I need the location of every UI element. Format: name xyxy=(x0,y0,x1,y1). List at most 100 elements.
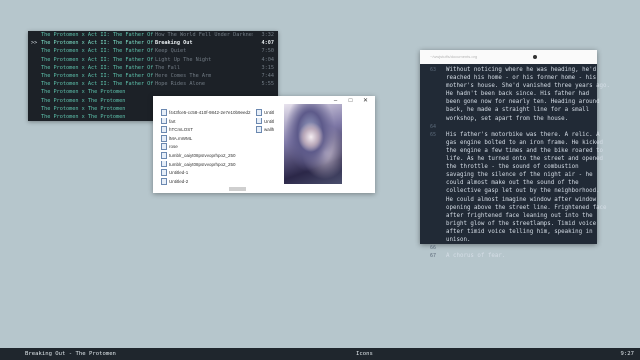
text-editor-window: ~/wwjstuffs/documents.org 63 Without noti… xyxy=(420,50,610,259)
editor-line: 67 A chorus of fear. xyxy=(420,252,597,260)
file-name: f443fce5-cc58-410f-9842-2e7e10b9eed2 xyxy=(169,110,251,115)
file-icon xyxy=(161,169,167,176)
close-button[interactable]: ✕ xyxy=(358,97,373,104)
track-duration: 3:32 xyxy=(261,32,275,38)
editor-line: unison. xyxy=(420,236,597,244)
file-icon xyxy=(161,151,167,159)
file-icon xyxy=(161,143,167,151)
file-item[interactable]: f443fce5-cc58-410f-9842-2e7e10b9eed2 xyxy=(161,109,253,118)
track-title: How The World Fell Under Darkness xyxy=(155,32,253,38)
file-explorer-window: – □ ✕ f443fce5-cc58-410f-9842-2e7e10b9eed2… xyxy=(153,96,375,193)
file-name: wallh xyxy=(264,127,275,133)
editor-line: 63 Without noticing where he was heading,… xyxy=(420,66,597,74)
editor-line: workshop, set apart from the house. xyxy=(420,115,597,123)
line-text: back, he made a straight line for a smal… xyxy=(446,107,590,114)
line-text: A chorus of fear. xyxy=(446,253,506,260)
track-album: The Protomen x The Protomen xyxy=(41,113,126,120)
editor-line: gas engine bolted to an iron frame. He k… xyxy=(420,139,603,147)
file-icon xyxy=(161,109,167,116)
track-album: The Protomen x The Protomen xyxy=(41,97,126,104)
file-item[interactable]: lMA.mWML xyxy=(161,134,253,144)
editor-text-area[interactable]: 63 Without noticing where he was heading,… xyxy=(420,66,610,260)
track-album: The Protomen x The Protomen xyxy=(41,89,126,96)
editor-line: back, he made a straight line for a smal… xyxy=(420,106,597,114)
file-icon xyxy=(161,160,167,168)
file-item[interactable]: tumblr_oaiyt08psIvvoprhpo2_250 xyxy=(161,160,253,170)
playlist-row[interactable]: The Protomen x Act II: The Father Of Here… xyxy=(28,72,278,80)
editor-titlebar[interactable]: ~/wwjstuffs/documents.org xyxy=(420,50,597,64)
editor-line: mother's house. She'd vanished three yea… xyxy=(420,82,610,90)
track-album: The Protomen x Act II: The Father Of xyxy=(41,72,154,79)
file-name: lMA.mWML xyxy=(169,135,193,141)
editor-line: 66 xyxy=(420,244,597,252)
editor-line: He hadn't been back since. His father ha… xyxy=(420,90,597,98)
editor-line: the throttle - the sound of combustion xyxy=(420,163,597,171)
playlist-row[interactable]: The Protomen x Act II: The Father Of Keep… xyxy=(28,47,278,55)
window-controls: – □ ✕ xyxy=(328,97,373,104)
track-duration: 7:50 xyxy=(261,48,275,55)
line-text: savaging the silence of the night air - … xyxy=(446,172,593,179)
track-album: The Protomen x The Protomen xyxy=(41,105,126,112)
line-number: 67 xyxy=(430,253,437,260)
line-number: 64 xyxy=(430,123,437,130)
file-name: Untitled-2 xyxy=(169,178,189,184)
clock: 9:27 xyxy=(620,351,634,357)
status-bar: Breaking Out - The Protomen Icons 9:27 xyxy=(0,348,640,360)
file-item[interactable]: tumblr_oaiyt08psIvvoprhpo2_250 xyxy=(161,151,253,161)
image-preview xyxy=(284,104,342,184)
line-number: 65 xyxy=(430,131,437,138)
line-number: 66 xyxy=(430,245,437,252)
file-name: Untitled-1 xyxy=(169,170,189,176)
track-duration: 5:55 xyxy=(261,81,275,88)
file-icon xyxy=(256,109,262,116)
file-icon xyxy=(161,126,167,133)
horizontal-scrollbar[interactable] xyxy=(229,187,246,191)
editor-line: bright glow of the streetlamps. Timid vo… xyxy=(420,220,597,228)
file-icon xyxy=(256,126,262,133)
track-title: Breaking Out xyxy=(155,40,193,47)
file-item[interactable]: Untitled-1 xyxy=(161,169,253,178)
track-title: Keep Quiet xyxy=(155,48,187,55)
line-number: 63 xyxy=(430,67,437,73)
file-name: tumblr_oaiyt08psIvvoprhpo2_250 xyxy=(169,161,236,167)
editor-line: life. As he turned onto the street and o… xyxy=(420,155,603,163)
file-icon xyxy=(161,177,167,185)
file-item[interactable]: Untitl xyxy=(256,117,282,127)
editor-line: collective gasp let out by the neighborh… xyxy=(420,187,600,195)
file-item[interactable]: fart xyxy=(161,117,253,127)
file-name: Untitl xyxy=(264,110,275,115)
file-icon xyxy=(161,134,167,142)
file-icon xyxy=(256,117,262,125)
line-text: He could almost imagine window after win… xyxy=(446,196,597,203)
file-icon xyxy=(161,117,167,125)
editor-line: savaging the silence of the night air - … xyxy=(420,171,597,179)
maximize-button[interactable]: □ xyxy=(343,98,358,104)
line-text: the throttle - the sound of combustion xyxy=(446,164,579,171)
editor-line: after timid voice telling him, speaking … xyxy=(420,228,597,236)
file-item[interactable]: hTCmLOST xyxy=(161,126,253,135)
file-item[interactable]: wallh xyxy=(256,126,282,135)
editor-line: 65 His father's motorbike was there. A re… xyxy=(420,131,600,139)
file-list: f443fce5-cc58-410f-9842-2e7e10b9eed2 fart… xyxy=(161,109,253,186)
file-item[interactable]: Untitl xyxy=(256,109,282,118)
editor-line: the engine a few times and the bike roar… xyxy=(420,147,603,155)
track-duration: 4:07 xyxy=(261,40,275,47)
line-text: life. As he turned onto the street and o… xyxy=(446,156,604,163)
playlist-row[interactable]: >> The Protomen x Act II: The Father Of Br… xyxy=(28,39,278,47)
line-text: Without noticing where he was heading, h… xyxy=(446,67,597,73)
track-album: The Protomen x Act II: The Father Of xyxy=(41,48,154,55)
playlist-row[interactable]: The Protomen x Act II: The Father Of Hope… xyxy=(28,80,278,88)
file-item[interactable]: Untitled-2 xyxy=(161,177,253,187)
playlist-row[interactable]: The Protomen x Act II: The Father Of How … xyxy=(28,31,278,39)
editor-line: 64 xyxy=(420,123,597,131)
file-item[interactable]: rose xyxy=(161,143,253,152)
playlist-row[interactable]: The Protomen x Act II: The Father Of The … xyxy=(28,64,278,72)
line-text: unison. xyxy=(446,236,471,243)
line-text: collective gasp let out by the neighborh… xyxy=(446,188,600,195)
playlist-row[interactable]: The Protomen x Act II: The Father Of Ligh… xyxy=(28,56,278,64)
editor-line: could almost make out the sound of the xyxy=(420,179,597,187)
file-name: tumblr_oaiyt08psIvvoprhpo2_250 xyxy=(169,152,236,158)
workspace-label[interactable]: Icons xyxy=(356,348,373,360)
file-list-column-2: Untitl Untitl wallh xyxy=(256,109,282,135)
file-name: Untitl xyxy=(264,118,275,124)
